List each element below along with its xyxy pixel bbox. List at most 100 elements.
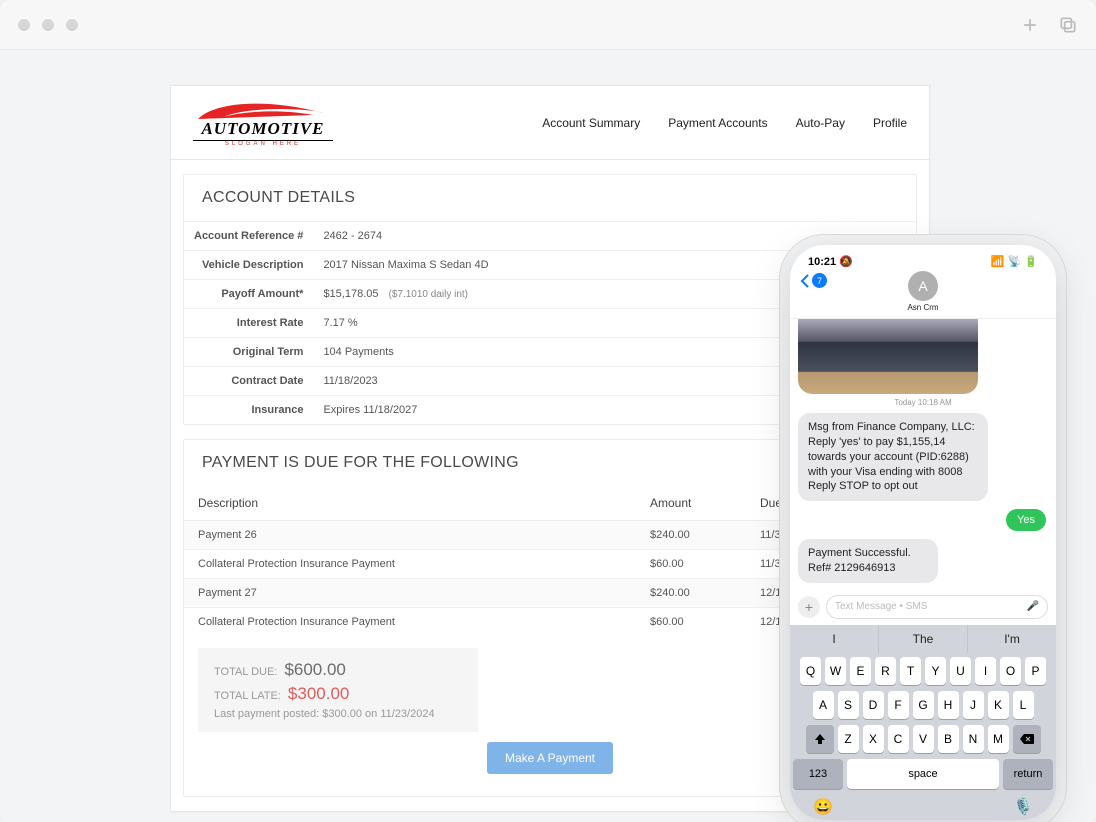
logo-slogan: SLOGAN HERE xyxy=(225,141,301,147)
key[interactable]: Q xyxy=(800,657,821,685)
signal-icon: 📶 xyxy=(991,256,1005,268)
minimize-window-icon[interactable] xyxy=(42,19,54,31)
nav-account-summary[interactable]: Account Summary xyxy=(542,116,640,130)
logo[interactable]: AUTOMOTIVE SLOGAN HERE xyxy=(193,99,333,147)
last-payment-posted: Last payment posted: $300.00 on 11/23/20… xyxy=(214,708,462,720)
message-header: 7 A Asn Crm xyxy=(790,271,1056,319)
make-payment-button[interactable]: Make A Payment xyxy=(487,742,613,774)
key[interactable]: T xyxy=(900,657,921,685)
dnd-icon: 🔕 xyxy=(839,256,853,268)
attach-button[interactable]: + xyxy=(798,596,820,618)
new-tab-icon[interactable] xyxy=(1020,15,1040,35)
key[interactable]: U xyxy=(950,657,971,685)
suggestion[interactable]: I'm xyxy=(968,625,1056,653)
phone-status-icons: 📶 📡 🔋 xyxy=(991,255,1038,268)
keyboard: Q W E R T Y U I O P A S D F G H xyxy=(790,653,1056,820)
nav-payment-accounts[interactable]: Payment Accounts xyxy=(668,116,767,130)
total-due-row: TOTAL DUE: $600.00 xyxy=(214,660,462,680)
phone-mockup: 10:21 🔕 📶 📡 🔋 7 A Asn Crm Today 10:18 AM xyxy=(790,245,1056,820)
titlebar-actions xyxy=(1020,15,1078,35)
incoming-message[interactable]: Payment Successful. Ref# 2129646913 xyxy=(798,539,938,583)
window-controls xyxy=(18,19,78,31)
key[interactable]: Y xyxy=(925,657,946,685)
page-header: AUTOMOTIVE SLOGAN HERE Account Summary P… xyxy=(171,86,929,160)
keyboard-row-1: Q W E R T Y U I O P xyxy=(793,657,1053,685)
main-nav: Account Summary Payment Accounts Auto-Pa… xyxy=(542,116,907,130)
phone-time: 10:21 🔕 xyxy=(808,255,853,268)
photo-message[interactable] xyxy=(798,319,978,394)
key[interactable]: H xyxy=(938,691,959,719)
key[interactable]: G xyxy=(913,691,934,719)
key[interactable]: J xyxy=(963,691,984,719)
suggestion[interactable]: I xyxy=(790,625,879,653)
key[interactable]: E xyxy=(850,657,871,685)
back-button[interactable]: 7 xyxy=(800,273,827,288)
nav-auto-pay[interactable]: Auto-Pay xyxy=(796,116,845,130)
suggestion[interactable]: The xyxy=(879,625,968,653)
totals-box: TOTAL DUE: $600.00 TOTAL LATE: $300.00 L… xyxy=(198,648,478,732)
total-due-amount: $600.00 xyxy=(284,660,345,679)
copy-icon[interactable] xyxy=(1058,15,1078,35)
wifi-icon: 📡 xyxy=(1008,256,1022,268)
keyboard-row-2: A S D F G H J K L xyxy=(793,691,1053,719)
total-late-amount: $300.00 xyxy=(288,684,349,703)
emoji-icon[interactable]: 😀 xyxy=(813,797,833,817)
key[interactable]: K xyxy=(988,691,1009,719)
keyboard-row-4: 123 space return xyxy=(793,759,1053,789)
unread-badge: 7 xyxy=(812,273,827,288)
numeric-key[interactable]: 123 xyxy=(793,759,843,789)
message-thread[interactable]: Today 10:18 AM Msg from Finance Company,… xyxy=(790,319,1056,583)
return-key[interactable]: return xyxy=(1003,759,1053,789)
compose-bar: + Text Message • SMS 🎤 xyxy=(790,591,1056,625)
key[interactable]: Z xyxy=(838,725,859,753)
outgoing-message[interactable]: Yes xyxy=(1006,509,1046,531)
key[interactable]: D xyxy=(863,691,884,719)
chevron-left-icon xyxy=(800,274,810,288)
browser-window: AUTOMOTIVE SLOGAN HERE Account Summary P… xyxy=(0,0,1096,822)
phone-status-bar: 10:21 🔕 📶 📡 🔋 xyxy=(790,245,1056,271)
keyboard-suggestions: I The I'm xyxy=(790,625,1056,653)
dictation-icon[interactable]: 🎙️ xyxy=(1013,797,1033,817)
key[interactable]: R xyxy=(875,657,896,685)
key[interactable]: N xyxy=(963,725,984,753)
space-key[interactable]: space xyxy=(847,759,999,789)
account-details-title: ACCOUNT DETAILS xyxy=(184,175,916,221)
key[interactable]: W xyxy=(825,657,846,685)
mic-icon[interactable]: 🎤 xyxy=(1027,601,1039,612)
key[interactable]: C xyxy=(888,725,909,753)
key[interactable]: X xyxy=(863,725,884,753)
logo-text: AUTOMOTIVE xyxy=(201,119,324,139)
thread-timestamp: Today 10:18 AM xyxy=(798,398,1048,407)
key[interactable]: A xyxy=(813,691,834,719)
message-placeholder: Text Message • SMS xyxy=(835,601,927,612)
keyboard-row-3: Z X C V B N M xyxy=(793,725,1053,753)
contact-name: Asn Crm xyxy=(790,303,1056,312)
key[interactable]: B xyxy=(938,725,959,753)
shift-key[interactable] xyxy=(806,725,834,753)
key[interactable]: L xyxy=(1013,691,1034,719)
key[interactable]: O xyxy=(1000,657,1021,685)
viewport: AUTOMOTIVE SLOGAN HERE Account Summary P… xyxy=(0,50,1096,822)
row-account-ref: Account Reference #2462 - 2674 xyxy=(184,222,916,251)
browser-titlebar xyxy=(0,0,1096,50)
key[interactable]: M xyxy=(988,725,1009,753)
backspace-icon xyxy=(1020,734,1034,744)
col-amount: Amount xyxy=(636,486,746,521)
close-window-icon[interactable] xyxy=(18,19,30,31)
maximize-window-icon[interactable] xyxy=(66,19,78,31)
keyboard-footer: 😀 🎙️ xyxy=(793,789,1053,819)
key[interactable]: V xyxy=(913,725,934,753)
message-input[interactable]: Text Message • SMS 🎤 xyxy=(826,595,1048,619)
battery-icon: 🔋 xyxy=(1024,256,1038,268)
key[interactable]: P xyxy=(1025,657,1046,685)
col-description: Description xyxy=(184,486,636,521)
key[interactable]: I xyxy=(975,657,996,685)
total-late-row: TOTAL LATE: $300.00 xyxy=(214,684,462,704)
nav-profile[interactable]: Profile xyxy=(873,116,907,130)
key[interactable]: F xyxy=(888,691,909,719)
incoming-message[interactable]: Msg from Finance Company, LLC: Reply 'ye… xyxy=(798,413,988,501)
shift-icon xyxy=(814,733,826,745)
avatar[interactable]: A xyxy=(908,271,938,301)
key[interactable]: S xyxy=(838,691,859,719)
delete-key[interactable] xyxy=(1013,725,1041,753)
